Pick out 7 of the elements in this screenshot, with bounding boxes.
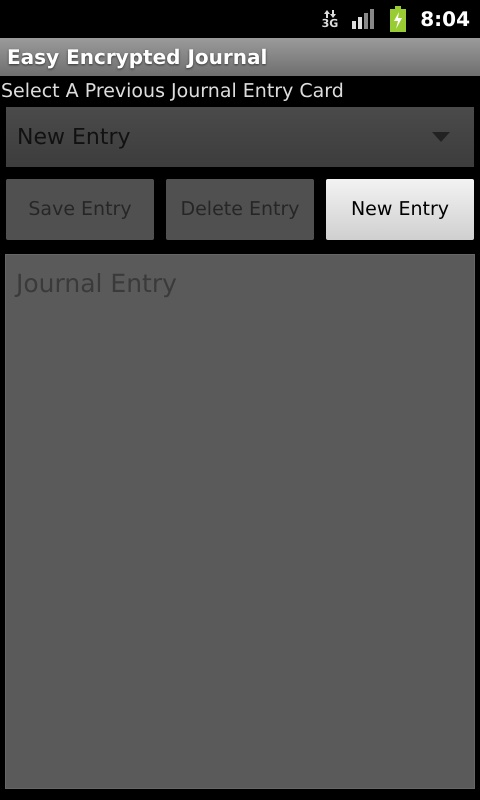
action-button[interactable]: New Entry bbox=[326, 179, 474, 240]
battery-charging-icon bbox=[390, 6, 406, 32]
picker-label: Select A Previous Journal Entry Card bbox=[0, 79, 345, 104]
dropdown-arrow-icon bbox=[432, 132, 450, 142]
clock-time: 8:04 bbox=[420, 6, 470, 33]
signal-icon bbox=[352, 9, 376, 29]
app-title: Easy Encrypted Journal bbox=[7, 44, 268, 71]
